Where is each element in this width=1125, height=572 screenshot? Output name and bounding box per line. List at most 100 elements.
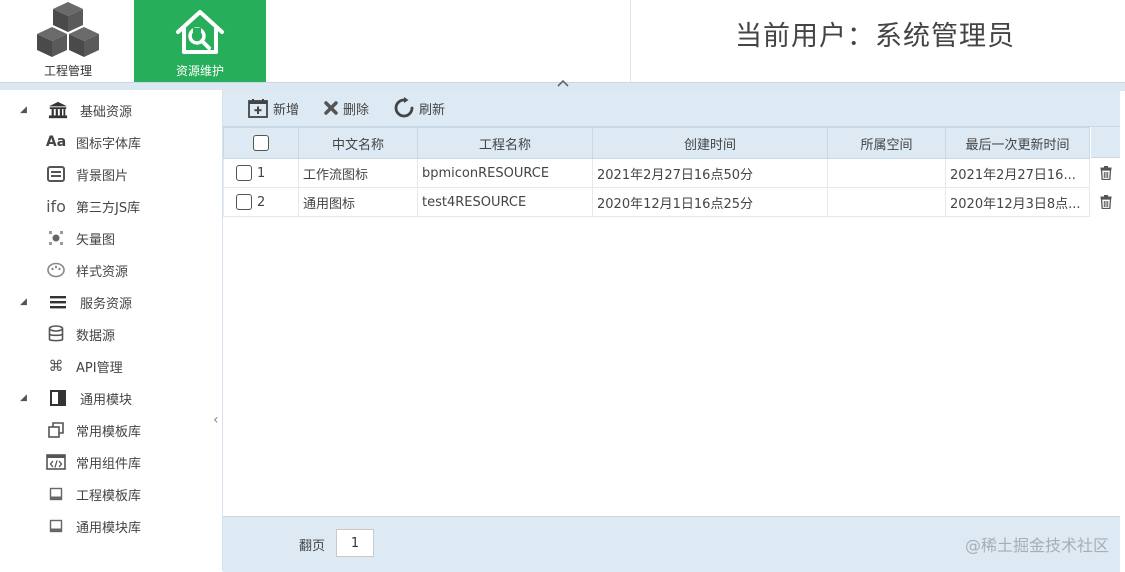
expand-triangle-icon[interactable]: ◢	[20, 393, 27, 403]
sidebar-item-label: 通用模块库	[76, 520, 142, 536]
column-header[interactable]: 最后一次更新时间	[945, 127, 1090, 159]
nav-tab-label: 资源维护	[175, 64, 224, 78]
expand-triangle-icon[interactable]: ◢	[20, 105, 27, 115]
sidebar-item-background-images[interactable]: 背景图片	[0, 161, 220, 187]
top-navigation-bar: 工程管理 资源维护 当前用户：系统管理员	[0, 0, 1125, 82]
copy-icon	[46, 420, 66, 440]
sidebar-group-service-resources[interactable]: ◢ 服务资源	[0, 289, 220, 315]
delete-row-button[interactable]	[1091, 158, 1120, 187]
cubes-icon	[37, 2, 99, 57]
delete-button-label: 删除	[343, 102, 370, 118]
sidebar-group-common-modules[interactable]: ◢ 通用模块	[0, 385, 220, 411]
sidebar-item-common-templates[interactable]: 常用模板库	[0, 417, 220, 443]
column-header[interactable]: 创建时间	[592, 127, 828, 159]
sidebar-item-label: 图标字体库	[76, 136, 142, 152]
table-header-row: 中文名称 工程名称 创建时间 所属空间 最后一次更新时间	[223, 127, 1090, 159]
sidebar-item-label: 第三方JS库	[76, 200, 141, 216]
palette-icon	[46, 260, 66, 280]
refresh-button-label: 刷新	[419, 102, 446, 118]
select-all-cell	[223, 127, 299, 159]
sidebar-item-vector-graphics[interactable]: 矢量图	[0, 225, 220, 251]
sidebar-group-label: 基础资源	[80, 104, 133, 120]
sidebar-item-label: 样式资源	[76, 264, 129, 280]
row-select-cell: 1	[223, 158, 299, 188]
nav-tab-project-management[interactable]: 工程管理	[8, 0, 128, 82]
trash-icon	[1100, 165, 1111, 180]
cell-project-name: bpmiconRESOURCE	[417, 158, 593, 188]
row-actions-column	[1091, 127, 1120, 216]
sidebar-item-third-party-js[interactable]: ifo 第三方JS库	[0, 193, 220, 219]
cell-updated-time: 2020年12月3日8点...	[945, 187, 1090, 217]
table-row[interactable]: 2 通用图标 test4RESOURCE 2020年12月1日16点25分 20…	[223, 187, 1090, 217]
trash-icon	[1100, 194, 1111, 209]
add-icon	[248, 99, 268, 118]
sidebar-item-style-resources[interactable]: 样式资源	[0, 257, 220, 283]
cell-cn-name: 通用图标	[298, 187, 418, 217]
sidebar-item-label: 常用组件库	[76, 456, 142, 472]
module-icon	[48, 388, 68, 408]
expand-triangle-icon[interactable]: ◢	[20, 297, 27, 307]
row-checkbox[interactable]	[236, 165, 252, 181]
actions-header	[1091, 127, 1120, 158]
chevron-up-icon[interactable]	[556, 78, 570, 88]
delete-row-button[interactable]	[1091, 187, 1120, 216]
command-icon: ⌘	[48, 357, 64, 375]
row-number: 1	[257, 165, 266, 181]
table-row[interactable]: 1 工作流图标 bpmiconRESOURCE 2021年2月27日16点50分…	[223, 158, 1090, 188]
cell-updated-time: 2021年2月27日16...	[945, 158, 1090, 188]
sidebar-item-label: API管理	[76, 360, 123, 376]
sidebar-item-project-templates[interactable]: 工程模板库	[0, 481, 220, 507]
row-checkbox[interactable]	[236, 194, 252, 210]
page-number-input[interactable]	[336, 529, 374, 557]
sidebar-item-label: 矢量图	[76, 232, 116, 248]
row-number: 2	[257, 194, 266, 210]
house-wrench-icon	[176, 10, 224, 54]
font-icon: Aa	[45, 134, 67, 150]
add-button[interactable]: 新增	[247, 98, 299, 118]
sidebar-group-label: 服务资源	[80, 296, 133, 312]
toolbar: 新增 删除 刷新	[223, 90, 1120, 127]
database-icon	[46, 324, 66, 344]
sidebar-item-common-module-library[interactable]: 通用模块库	[0, 513, 220, 539]
user-info-area: 当前用户：系统管理员	[630, 0, 1125, 82]
sidebar-item-label: 数据源	[76, 328, 116, 344]
window-icon	[46, 516, 66, 536]
add-button-label: 新增	[273, 102, 300, 118]
sidebar-item-common-components[interactable]: 常用组件库	[0, 449, 220, 475]
sidebar-item-label: 背景图片	[76, 168, 129, 184]
sidebar-item-label: 工程模板库	[76, 488, 142, 504]
column-header[interactable]: 工程名称	[417, 127, 593, 159]
sidebar: ◢ 基础资源 Aa 图标字体库 背景图片 ifo 第三方JS库 矢量图 样式资源…	[0, 90, 223, 571]
list-icon	[48, 292, 68, 312]
image-icon	[46, 164, 66, 184]
refresh-button[interactable]: 刷新	[393, 97, 445, 119]
sidebar-group-label: 通用模块	[80, 392, 133, 408]
sidebar-item-icon-font-library[interactable]: Aa 图标字体库	[0, 129, 220, 155]
chevron-left-icon[interactable]: ‹	[213, 412, 219, 428]
cell-project-name: test4RESOURCE	[417, 187, 593, 217]
close-icon	[324, 101, 338, 115]
nav-tab-label: 工程管理	[43, 64, 92, 78]
nav-tab-resource-maintenance[interactable]: 资源维护	[134, 0, 266, 82]
sidebar-item-api-management[interactable]: ⌘ API管理	[0, 353, 220, 379]
current-user-label: 当前用户：系统管理员	[735, 21, 1015, 52]
delete-button[interactable]: 删除	[323, 99, 369, 118]
refresh-icon	[394, 97, 414, 118]
resource-table: 中文名称 工程名称 创建时间 所属空间 最后一次更新时间 1 工作流图标 bpm…	[223, 127, 1090, 217]
code-icon	[46, 452, 66, 472]
cell-cn-name: 工作流图标	[298, 158, 418, 188]
column-header[interactable]: 中文名称	[298, 127, 418, 159]
ifo-icon: ifo	[46, 196, 66, 216]
cell-created-time: 2020年12月1日16点25分	[592, 187, 828, 217]
main-content: 新增 删除 刷新 中文名称 工程名称 创建时间 所属空间 最后一次更新时间 1 …	[223, 90, 1120, 572]
select-all-checkbox[interactable]	[253, 135, 269, 151]
row-select-cell: 2	[223, 187, 299, 217]
sidebar-item-label: 常用模板库	[76, 424, 142, 440]
cell-created-time: 2021年2月27日16点50分	[592, 158, 828, 188]
column-header[interactable]: 所属空间	[827, 127, 946, 159]
vector-icon	[46, 228, 66, 248]
pagination-label: 翻页	[299, 539, 326, 554]
cell-space	[827, 158, 946, 188]
sidebar-group-basic-resources[interactable]: ◢ 基础资源	[0, 97, 220, 123]
sidebar-item-datasource[interactable]: 数据源	[0, 321, 220, 347]
